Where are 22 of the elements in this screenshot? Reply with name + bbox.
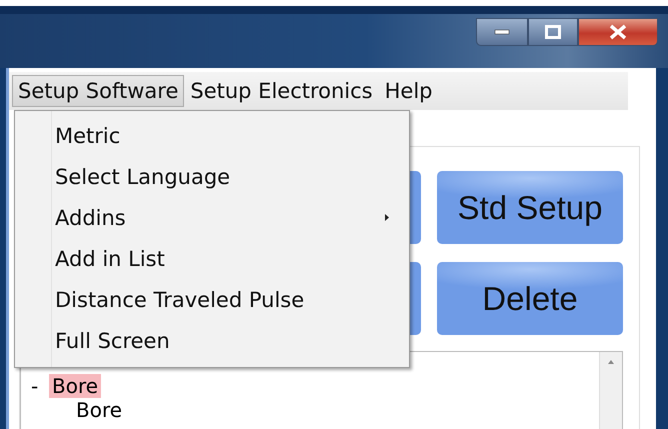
minimize-button[interactable] bbox=[476, 18, 528, 46]
menu-item[interactable]: Help bbox=[378, 75, 439, 107]
close-button[interactable] bbox=[578, 18, 658, 46]
delete-button[interactable]: Delete bbox=[437, 262, 623, 335]
menu-option[interactable]: Addins bbox=[15, 197, 409, 238]
menu-item[interactable]: Setup Software bbox=[12, 75, 184, 107]
scrollbar[interactable] bbox=[599, 352, 622, 429]
std-setup-button[interactable]: Std Setup bbox=[437, 171, 623, 244]
menu-option[interactable]: Select Language bbox=[15, 156, 409, 197]
close-icon bbox=[609, 24, 627, 40]
tree-node[interactable]: Bore bbox=[73, 398, 126, 422]
maximize-button[interactable] bbox=[528, 18, 578, 46]
menu-option[interactable]: Metric bbox=[15, 115, 409, 156]
menu-item[interactable]: Setup Electronics bbox=[184, 75, 379, 107]
menu-option[interactable]: Distance Traveled Pulse bbox=[15, 279, 409, 320]
tree-node[interactable]: Bore bbox=[49, 374, 102, 398]
menu-option[interactable]: Full Screen bbox=[15, 320, 409, 361]
collapse-toggle[interactable]: - bbox=[31, 374, 43, 398]
scroll-up-icon bbox=[608, 360, 614, 364]
menu-option[interactable]: Add in List bbox=[15, 238, 409, 279]
maximize-icon bbox=[545, 25, 561, 39]
minimize-icon bbox=[494, 29, 510, 35]
